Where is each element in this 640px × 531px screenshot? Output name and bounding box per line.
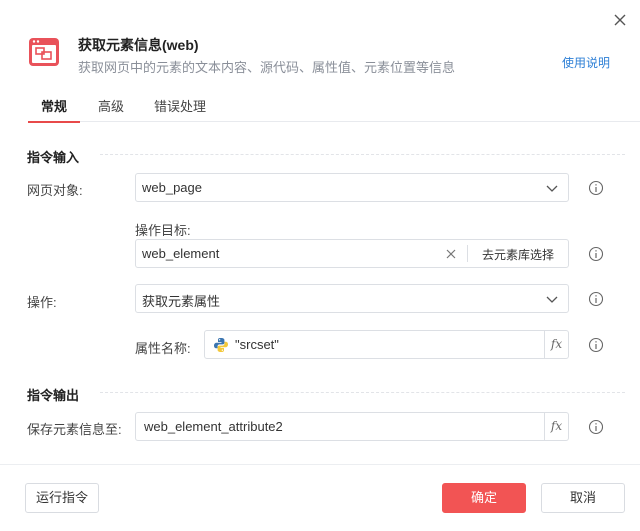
page-title: 获取元素信息(web): [78, 37, 199, 53]
info-icon[interactable]: [588, 180, 604, 196]
confirm-button[interactable]: 确定: [442, 483, 526, 513]
save-to-label: 保存元素信息至:: [27, 422, 122, 437]
info-icon[interactable]: [588, 337, 604, 353]
section-title-output: 指令输出: [27, 388, 80, 403]
tab-error-handling[interactable]: 错误处理: [154, 96, 206, 122]
section-title-input: 指令输入: [27, 150, 80, 165]
section-divider: [100, 154, 625, 155]
tab-bar: 常规 高级 错误处理: [27, 96, 640, 123]
operation-label: 操作:: [27, 295, 57, 310]
target-field[interactable]: web_element 去元素库选择: [135, 239, 569, 268]
target-value: web_element: [142, 246, 220, 261]
page-subtitle: 获取网页中的元素的文本内容、源代码、属性值、元素位置等信息: [78, 60, 456, 75]
dialog: 获取元素信息(web) 获取网页中的元素的文本内容、源代码、属性值、元素位置等信…: [0, 0, 640, 531]
save-to-value: web_element_attribute2: [144, 419, 283, 434]
fx-icon[interactable]: fx: [544, 331, 568, 358]
operation-select[interactable]: 获取元素属性: [135, 284, 569, 313]
form-body: 指令输入 网页对象: web_page 操作目标: web_element 去元…: [0, 132, 640, 464]
element-library-button[interactable]: 去元素库选择: [482, 246, 554, 263]
field-divider: [467, 245, 468, 262]
chevron-down-icon: [546, 185, 558, 192]
fx-icon[interactable]: fx: [544, 413, 568, 440]
info-icon[interactable]: [588, 246, 604, 262]
run-command-button[interactable]: 运行指令: [25, 483, 99, 513]
target-label: 操作目标:: [135, 223, 191, 238]
info-icon[interactable]: [588, 291, 604, 307]
attribute-label: 属性名称:: [135, 341, 191, 356]
operation-value: 获取元素属性: [142, 294, 221, 309]
tab-advanced[interactable]: 高级: [98, 96, 124, 122]
cancel-button[interactable]: 取消: [541, 483, 625, 513]
python-icon: [214, 338, 228, 352]
tab-general[interactable]: 常规: [27, 96, 81, 123]
web-object-value: web_page: [142, 180, 202, 195]
clear-icon[interactable]: [446, 249, 456, 259]
save-to-field[interactable]: web_element_attribute2 fx: [135, 412, 569, 441]
footer-divider: [0, 464, 640, 465]
help-link[interactable]: 使用说明: [562, 54, 610, 71]
attribute-value: "srcset": [235, 337, 279, 352]
chevron-down-icon: [546, 296, 558, 303]
web-object-label: 网页对象:: [27, 183, 83, 198]
browser-element-icon: [29, 38, 59, 66]
section-divider: [100, 392, 625, 393]
close-icon[interactable]: [612, 12, 628, 28]
attribute-field[interactable]: "srcset" fx: [204, 330, 569, 359]
info-icon[interactable]: [588, 419, 604, 435]
web-object-select[interactable]: web_page: [135, 173, 569, 202]
